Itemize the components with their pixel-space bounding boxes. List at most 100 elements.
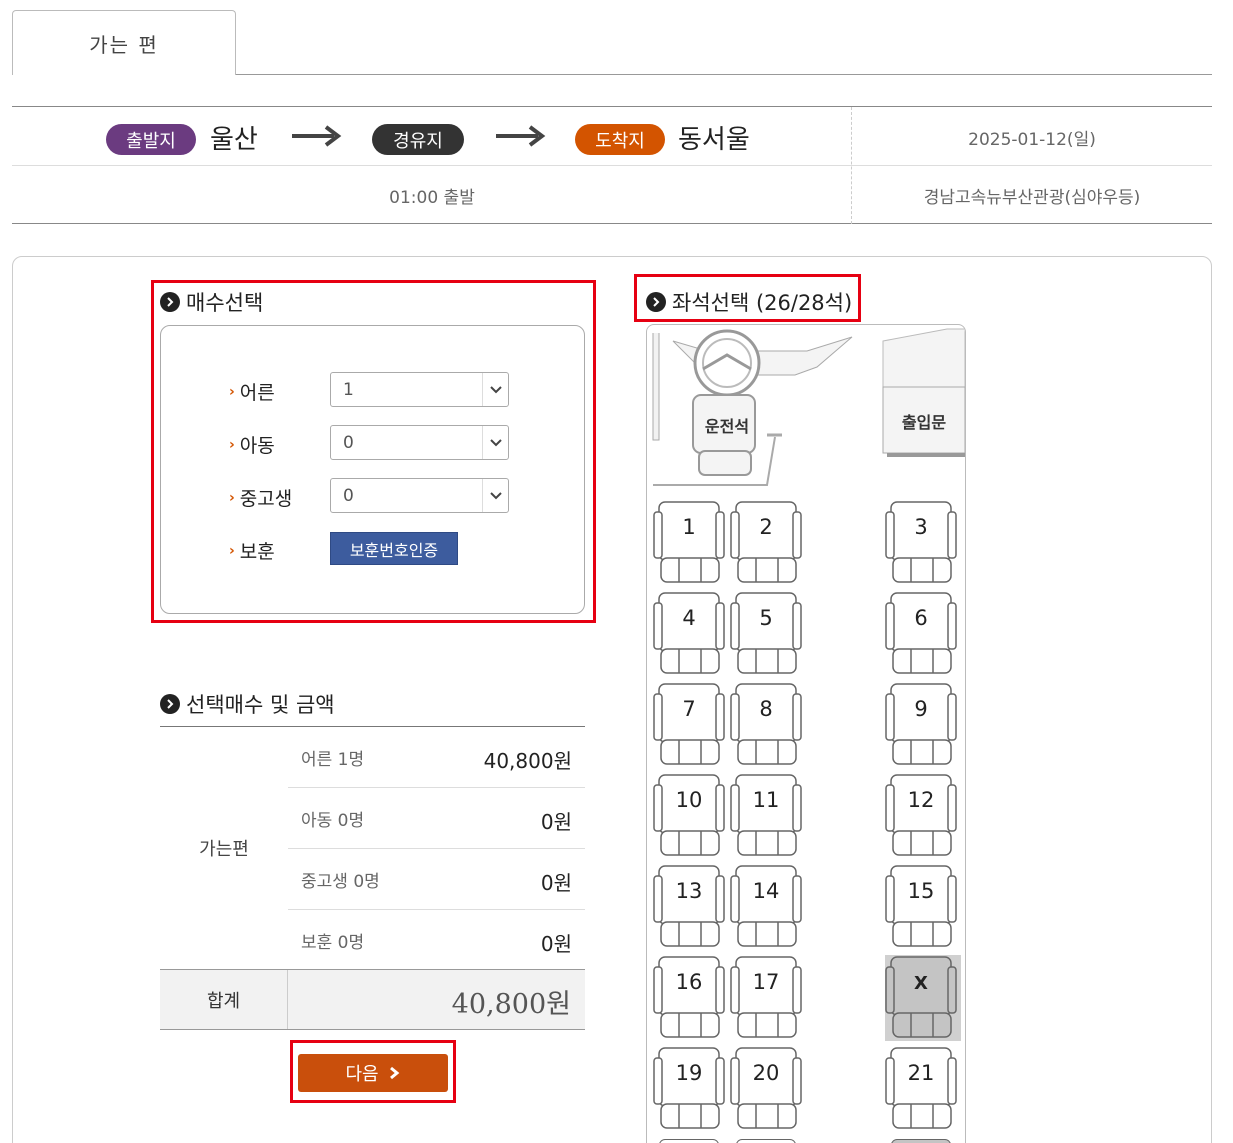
student-select-value: 0 — [343, 485, 354, 506]
seat-11[interactable]: 11 — [730, 773, 806, 859]
seat-number: 13 — [675, 879, 703, 903]
seat-8[interactable]: 8 — [730, 682, 806, 768]
seat-icon — [653, 774, 725, 856]
seat-icon — [653, 1047, 725, 1129]
route-detail-row: 01:00 출발 경남고속뉴부산관광(심야우등) — [12, 166, 1212, 224]
price-row: 어른 1명 40,800원 — [288, 727, 585, 788]
seat-15[interactable]: 15 — [885, 864, 961, 950]
seat-number: 1 — [682, 515, 696, 539]
veteran-label: › 보훈 — [229, 537, 275, 564]
price-row-label: 중고생 0명 — [301, 872, 380, 892]
seat-icon — [730, 956, 802, 1038]
price-row: 보훈 0명 0원 — [288, 910, 585, 971]
seat-number: 19 — [675, 1061, 703, 1085]
seat-icon — [885, 865, 957, 947]
seat-icon — [885, 956, 957, 1038]
seat-4[interactable]: 4 — [653, 591, 729, 677]
child-label: › 아동 — [229, 431, 275, 458]
seat-20[interactable]: 20 — [730, 1046, 806, 1132]
quantity-title: 매수선택 — [160, 287, 263, 317]
student-select[interactable]: 0 — [330, 478, 509, 513]
seat-2[interactable]: 2 — [730, 500, 806, 586]
arrow-right-icon — [292, 125, 342, 147]
price-title: 선택매수 및 금액 — [160, 689, 335, 719]
adult-select[interactable]: 1 — [330, 372, 509, 407]
price-row: 아동 0명 0원 — [288, 788, 585, 849]
seat-12[interactable]: 12 — [885, 773, 961, 859]
departure-time: 01:00 출발 — [389, 188, 475, 208]
chevron-down-icon — [482, 426, 508, 459]
seat-icon — [653, 683, 725, 765]
seat-number: 8 — [759, 697, 773, 721]
arrival-city: 동서울 — [678, 125, 750, 155]
quantity-box — [160, 325, 585, 614]
seat-number: 3 — [914, 515, 928, 539]
seat-number: 4 — [682, 606, 696, 630]
seat-10[interactable]: 10 — [653, 773, 729, 859]
seat-icon — [730, 1047, 802, 1129]
seat-icon — [885, 501, 957, 583]
student-label-text: 중고생 — [239, 488, 293, 510]
seat-17[interactable]: 17 — [730, 955, 806, 1041]
seat-number: 9 — [914, 697, 928, 721]
route-info: 출발지 울산 경유지 도착지 동서울 2025-01-12(일) 01:00 출… — [12, 106, 1212, 224]
seat-16[interactable]: 16 — [653, 955, 729, 1041]
chevron-right-icon — [389, 1066, 399, 1080]
price-row-value: 40,800원 — [483, 749, 572, 773]
price-row-value: 0원 — [540, 932, 572, 956]
seat-icon — [885, 683, 957, 765]
seat-number: 10 — [675, 788, 703, 812]
price-row-label: 보훈 0명 — [301, 933, 365, 953]
seat-number: 20 — [752, 1061, 780, 1085]
seat-icon — [659, 1139, 719, 1143]
seat-icon — [653, 592, 725, 674]
seat-1[interactable]: 1 — [653, 500, 729, 586]
seat-5[interactable]: 5 — [730, 591, 806, 677]
seat-6[interactable]: 6 — [885, 591, 961, 677]
veteran-verify-button[interactable]: 보훈번호인증 — [330, 532, 458, 565]
seat-number: 6 — [914, 606, 928, 630]
route-divider — [851, 107, 852, 224]
price-row-value: 0원 — [540, 810, 572, 834]
seat-21[interactable]: 21 — [885, 1046, 961, 1132]
seat-title-text: 좌석선택 (26/28석) — [672, 291, 853, 315]
price-title-text: 선택매수 및 금액 — [186, 693, 335, 717]
seat-number: 2 — [759, 515, 773, 539]
seat-icon — [885, 774, 957, 856]
seat-icon — [736, 1139, 796, 1143]
seat-number: 16 — [675, 970, 703, 994]
trip-label: 가는편 — [199, 839, 249, 860]
next-button[interactable]: 다음 — [298, 1054, 448, 1092]
price-table: 가는편 어른 1명 40,800원 아동 0명 0원 중고생 0명 0원 보훈 0명 0… — [160, 726, 585, 1030]
child-select[interactable]: 0 — [330, 425, 509, 460]
seat-title: 좌석선택 (26/28석) — [646, 287, 852, 317]
chevron-right-icon — [160, 292, 180, 312]
chevron-right-icon — [646, 292, 666, 312]
seat-7[interactable]: 7 — [653, 682, 729, 768]
seat-number: 15 — [907, 879, 935, 903]
route-row: 출발지 울산 경유지 도착지 동서울 2025-01-12(일) — [12, 107, 1212, 166]
tab-outbound[interactable]: 가는 편 — [12, 10, 236, 75]
student-label: › 중고생 — [229, 484, 292, 511]
seat-13[interactable]: 13 — [653, 864, 729, 950]
seat-14[interactable]: 14 — [730, 864, 806, 950]
bus-seat-map: 운전석 출입문 1 2 3 4 5 6 7 8 9 10 11 12 13 14… — [646, 324, 966, 1143]
seat-19[interactable]: 19 — [653, 1046, 729, 1132]
seat-icon — [730, 592, 802, 674]
via-badge: 경유지 — [372, 124, 464, 155]
adult-label-text: 어른 — [239, 382, 275, 404]
arrow-right-icon — [496, 125, 546, 147]
next-button-label: 다음 — [345, 1064, 379, 1085]
seat-9[interactable]: 9 — [885, 682, 961, 768]
total-row: 합계 40,800원 — [160, 969, 585, 1030]
adult-label: › 어른 — [229, 378, 275, 405]
price-row: 중고생 0명 0원 — [288, 849, 585, 910]
seat-number: 12 — [907, 788, 935, 812]
arrival-badge: 도착지 — [575, 124, 665, 155]
chevron-down-icon — [482, 479, 508, 512]
seat-3[interactable]: 3 — [885, 500, 961, 586]
chevron-right-icon: › — [229, 542, 235, 559]
seat-number: X — [914, 973, 928, 994]
chevron-down-icon — [482, 373, 508, 406]
total-label: 합계 — [160, 970, 288, 1029]
